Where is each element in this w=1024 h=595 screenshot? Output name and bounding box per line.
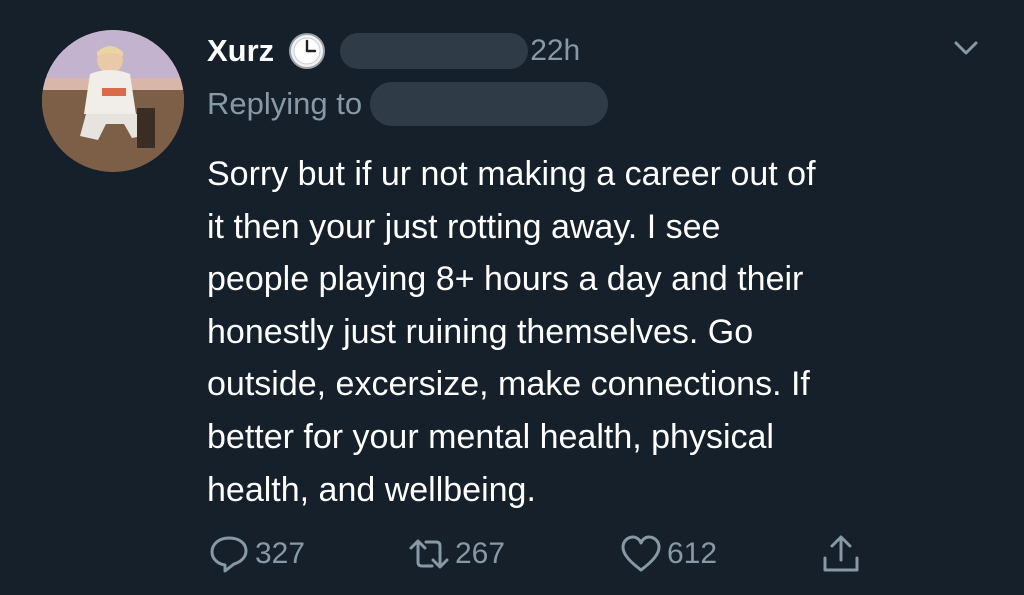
heart-icon [621,535,661,572]
chevron-down-icon[interactable] [948,30,984,66]
tweet-header: Xurz 22h [207,26,580,76]
retweet-icon [409,539,449,569]
redacted-reply-handle [370,82,609,126]
clock-icon [289,33,326,69]
like-button[interactable]: 612 [619,530,717,578]
share-button[interactable] [819,530,863,578]
author-name[interactable]: Xurz [207,33,274,69]
reply-icon [210,536,248,573]
tweet-line: it then your just rotting away. I see [207,207,721,246]
share-icon [823,535,859,572]
tweet-line: health, and wellbeing. [207,470,536,509]
retweet-count: 267 [455,537,506,570]
like-count: 612 [667,537,718,570]
tweet-time[interactable]: 22h [530,34,580,68]
tweet-line: people playing 8+ hours a day and their [207,260,804,299]
avatar-photo [42,30,184,172]
tweet-line: honestly just ruining themselves. Go [207,312,754,351]
replying-to: Replying to [207,82,609,126]
reply-button[interactable]: 327 [207,530,305,578]
tweet-line: outside, excersize, make connections. If [207,365,810,404]
retweet-button[interactable]: 267 [407,530,505,578]
tweet-line: Sorry but if ur not making a career out … [207,155,816,193]
tweet-line: better for your mental health, physical [207,417,774,456]
avatar[interactable] [42,30,184,172]
reply-count: 327 [255,537,306,570]
tweet-text: Sorry but if ur not making a career out … [207,148,997,516]
replying-label: Replying to [207,86,363,121]
redacted-handle [340,33,529,69]
